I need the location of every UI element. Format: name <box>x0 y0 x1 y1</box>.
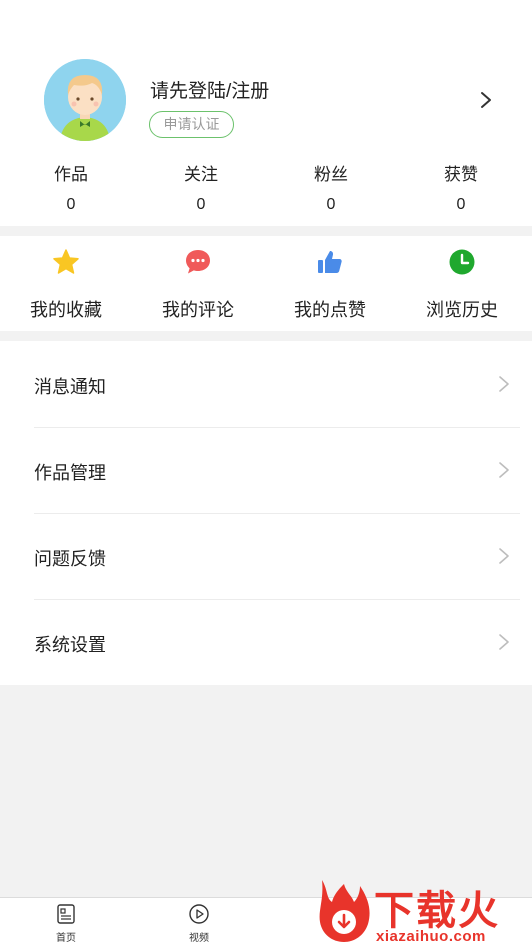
stat-label: 获赞 <box>444 165 478 184</box>
stat-likes-received[interactable]: 获赞 0 <box>416 164 506 215</box>
tab-label: 首页 <box>56 933 76 944</box>
thumbs-up-icon <box>318 251 342 273</box>
flame-logo-icon <box>319 880 370 942</box>
shortcut-label: 我的评论 <box>162 300 234 320</box>
shortcut-comments[interactable]: 我的评论 <box>143 236 253 331</box>
stat-value: 0 <box>326 196 336 213</box>
shortcut-favorites[interactable]: 我的收藏 <box>11 236 121 331</box>
shortcut-label: 我的收藏 <box>30 300 102 320</box>
tab-label: 视频 <box>189 933 209 944</box>
stat-label: 作品 <box>54 165 88 184</box>
menu-item-label: 系统设置 <box>34 635 106 655</box>
login-register-link[interactable]: 请先登陆/注册 <box>150 76 269 103</box>
stat-value: 0 <box>196 196 206 213</box>
tab-video[interactable]: 视频 <box>169 898 229 946</box>
shortcut-likes[interactable]: 我的点赞 <box>275 236 385 331</box>
apply-certification-button[interactable]: 申请认证 <box>149 111 234 138</box>
stat-following[interactable]: 关注 0 <box>156 164 246 215</box>
chevron-right-icon[interactable] <box>476 90 496 110</box>
avatar-illustration-icon <box>44 59 126 141</box>
settings-menu: 消息通知 作品管理 问题反馈 系统设置 <box>0 341 532 685</box>
menu-item-label: 作品管理 <box>34 463 106 483</box>
clock-icon <box>449 249 475 275</box>
document-icon <box>57 904 75 924</box>
menu-item-system-settings[interactable]: 系统设置 <box>0 599 532 685</box>
stat-value: 0 <box>456 196 466 213</box>
shortcut-history[interactable]: 浏览历史 <box>407 236 517 331</box>
shortcut-row: 我的收藏 我的评论 我的点赞 浏览历史 <box>0 236 532 331</box>
watermark-logo: 下载火 xiazaihuo.com <box>314 876 532 946</box>
tab-home[interactable]: 首页 <box>36 898 96 946</box>
watermark-url: xiazaihuo.com <box>376 928 486 945</box>
shortcut-label: 浏览历史 <box>426 300 498 320</box>
menu-item-notifications[interactable]: 消息通知 <box>0 341 532 427</box>
chevron-right-icon <box>499 548 509 564</box>
stat-fans[interactable]: 粉丝 0 <box>286 164 376 215</box>
comment-icon <box>186 250 210 274</box>
profile-section: 请先登陆/注册 申请认证 作品 0 关注 0 粉丝 0 获赞 0 <box>0 0 532 226</box>
menu-item-label: 消息通知 <box>34 377 106 397</box>
star-icon <box>53 249 79 274</box>
menu-item-works-management[interactable]: 作品管理 <box>0 427 532 513</box>
stat-value: 0 <box>66 196 76 213</box>
chevron-right-icon <box>499 634 509 650</box>
menu-item-label: 问题反馈 <box>34 549 106 569</box>
stat-label: 粉丝 <box>314 165 348 184</box>
shortcut-label: 我的点赞 <box>294 300 366 320</box>
stat-label: 关注 <box>184 165 218 184</box>
chevron-right-icon <box>499 462 509 478</box>
menu-item-feedback[interactable]: 问题反馈 <box>0 513 532 599</box>
chevron-right-icon <box>499 376 509 392</box>
avatar[interactable] <box>44 59 126 141</box>
stat-works[interactable]: 作品 0 <box>26 164 116 215</box>
play-icon <box>189 904 209 924</box>
